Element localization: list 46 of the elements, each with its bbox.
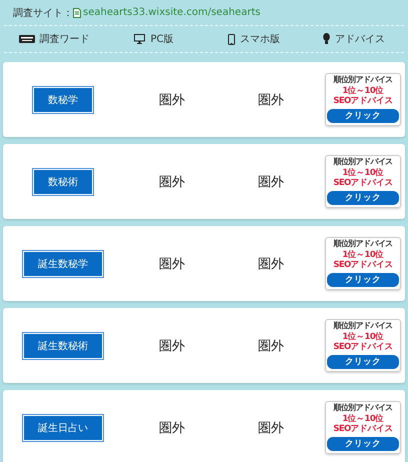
pc-rank: 圏外 — [159, 92, 185, 108]
pc-rank: 圏外 — [159, 174, 185, 190]
keyword-button[interactable]: 数秘術 — [33, 168, 93, 194]
rank-range: 1位～10位 — [342, 168, 384, 178]
column-heading: 調査ワード — [40, 32, 90, 46]
click-button[interactable]: クリック — [327, 436, 399, 451]
column-heading: スマホ版 — [240, 33, 280, 46]
click-button[interactable]: クリック — [327, 272, 399, 287]
advice-title: 順位別アドバイス — [333, 157, 393, 168]
advice-title: 順位別アドバイス — [333, 75, 393, 86]
advice-subtitle: SEOアドバイス — [333, 178, 393, 189]
smartphone-rank: 圏外 — [258, 338, 284, 354]
pc-rank: 圏外 — [159, 420, 185, 436]
rank-range: 1位～10位 — [342, 414, 384, 424]
advice-subtitle: SEOアドバイス — [333, 96, 393, 107]
column-heading: PC版 — [150, 33, 174, 46]
advice-subtitle: SEOアドバイス — [333, 260, 393, 271]
advice-title: 順位別アドバイス — [333, 403, 393, 414]
advice-subtitle: SEOアドバイス — [333, 342, 393, 353]
pc-rank: 圏外 — [159, 338, 185, 354]
smartphone-rank: 圏外 — [258, 174, 284, 190]
site-label: 調査サイト： — [13, 6, 73, 20]
click-button[interactable]: クリック — [327, 108, 399, 123]
advice-title: 順位別アドバイス — [333, 321, 393, 332]
advice-subtitle: SEOアドバイス — [333, 424, 393, 435]
pc-rank: 圏外 — [159, 256, 185, 272]
click-button[interactable]: クリック — [327, 354, 399, 369]
phone-icon — [228, 34, 235, 44]
rank-range: 1位～10位 — [342, 332, 384, 342]
keyword-button[interactable]: 誕生数秘学 — [23, 250, 103, 276]
smartphone-rank: 圏外 — [258, 92, 284, 108]
keyboard-icon — [18, 35, 34, 43]
click-button[interactable]: クリック — [327, 190, 399, 205]
keyword-button[interactable]: 誕生数秘術 — [23, 332, 103, 358]
advice-title: 順位別アドバイス — [333, 239, 393, 250]
rank-range: 1位～10位 — [342, 86, 384, 96]
smartphone-rank: 圏外 — [258, 256, 284, 272]
keyword-button[interactable]: 誕生日占い — [23, 414, 103, 440]
bulb-icon — [323, 33, 330, 45]
smartphone-rank: 圏外 — [258, 420, 284, 436]
keyword-button[interactable]: 数秘学 — [33, 86, 93, 112]
document-icon — [73, 8, 81, 18]
monitor-icon — [134, 34, 146, 44]
column-heading: アドバイス — [335, 33, 385, 46]
site-url-link[interactable]: seahearts33.wixsite.com/seahearts — [83, 7, 260, 18]
rank-range: 1位～10位 — [342, 250, 384, 260]
